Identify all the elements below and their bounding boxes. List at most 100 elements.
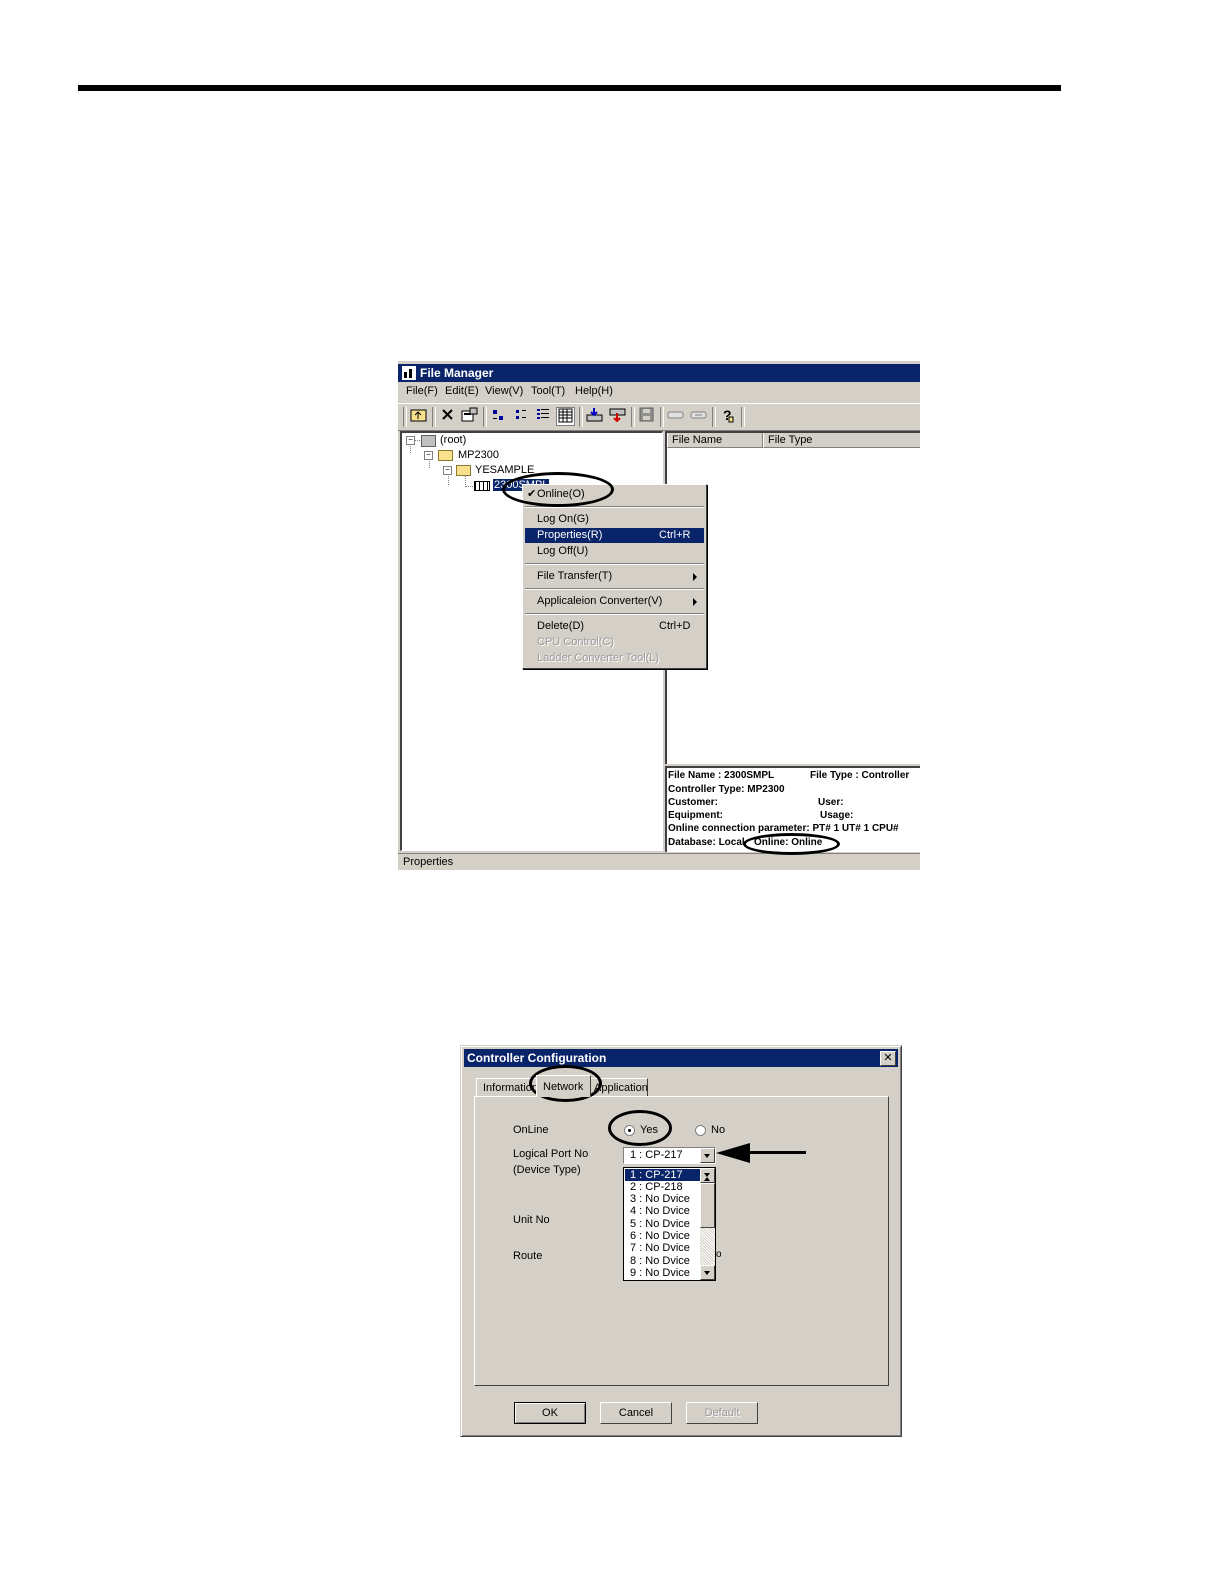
menu-item-label: Ladder Converter Tool(L) [537,652,660,664]
large-icons-view-icon[interactable] [489,407,508,426]
transfer-out-icon[interactable] [608,407,627,426]
root-icon [421,435,436,447]
submenu-arrow-icon [693,573,697,581]
menu-tool[interactable]: Tool(T) [531,385,565,397]
online-label: OnLine [513,1124,549,1136]
controller-configuration-dialog: Controller Configuration ✕ Information N… [460,1045,902,1437]
tab-network[interactable]: Network [536,1075,591,1097]
expand-mp2300-icon[interactable]: − [424,451,433,460]
context-menu: ✔ Online(O) Log On(G) Properties(R) Ctrl… [522,484,707,669]
highlight-oval-yes-radio [608,1110,672,1146]
submenu-arrow-icon [693,598,697,606]
port-option[interactable]: 4 : No Dvice [625,1205,701,1217]
port-option[interactable]: 9 : No Dvice [625,1267,701,1279]
menu-edit[interactable]: Edit(E) [445,385,479,397]
menu-item-file-transfer[interactable]: File Transfer(T) [525,569,704,584]
info-usage: Usage: [820,810,854,821]
info-file-name: File Name : 2300SMPL [668,770,775,781]
menu-bar: File(F) Edit(E) View(V) Tool(T) Help(H) [398,383,920,401]
save-icon[interactable] [637,407,656,426]
toolbar-separator [631,407,635,427]
info-database: Database: Local [668,837,745,848]
logical-port-select[interactable]: 1 : CP-217 [623,1147,716,1164]
logical-port-label: Logical Port No [513,1148,589,1160]
port-option[interactable]: 8 : No Dvice [625,1255,701,1267]
menu-item-log-off[interactable]: Log Off(U) [525,544,704,559]
toolbar-separator [660,407,664,427]
delete-x-icon[interactable] [438,407,457,426]
column-file-type[interactable]: File Type [763,433,920,448]
online-no-label: No [711,1124,726,1136]
properties-icon[interactable] [460,407,479,426]
tree-root[interactable]: (root) [440,434,466,446]
pointer-arrowhead [716,1143,750,1163]
port-option[interactable]: 7 : No Dvice [625,1242,701,1254]
info-file-type: File Type : Controller [810,770,910,781]
toolbar-separator [483,407,487,427]
scroll-down-icon[interactable] [700,1265,715,1280]
menu-item-label: Delete(D) [537,620,585,632]
port-option[interactable]: 2 : CP-218 [625,1181,701,1193]
menu-item-label: CPU Control(C) [537,636,615,648]
window-title: File Manager [420,366,494,380]
small-icons-view-icon[interactable] [512,407,531,426]
port-option[interactable]: 3 : No Dvice [625,1193,701,1205]
link-icon[interactable] [666,407,685,426]
menu-item-label: Log On(G) [537,513,589,525]
dropdown-scrollbar[interactable] [700,1168,715,1280]
status-bar: Properties [398,853,920,870]
page-header-rule [78,85,1061,91]
expand-root-icon[interactable]: − [406,436,415,445]
menu-item-label: Log Off(U) [537,545,589,557]
route-hidden-text: o [716,1249,722,1260]
menu-item-label: File Transfer(T) [537,570,613,582]
expand-yesample-icon[interactable]: − [443,466,452,475]
transfer-in-icon[interactable] [585,407,604,426]
chevron-down-icon[interactable] [700,1148,715,1163]
menu-separator [525,563,704,565]
highlight-oval-online-menu [502,472,614,507]
close-icon[interactable]: ✕ [880,1051,896,1066]
help-icon[interactable]: ? [718,407,737,426]
port-option[interactable]: 6 : No Dvice [625,1230,701,1242]
menu-item-delete[interactable]: Delete(D) Ctrl+D [525,619,704,634]
tree-folder-mp2300[interactable]: MP2300 [458,449,499,461]
scroll-thumb[interactable] [700,1183,715,1228]
cancel-button[interactable]: Cancel [600,1402,672,1424]
app-icon [402,366,416,380]
scroll-up-icon[interactable] [700,1168,715,1183]
menu-item-log-on[interactable]: Log On(G) [525,512,704,527]
info-equipment: Equipment: [668,810,723,821]
menu-item-application-converter[interactable]: Applicaleion Converter(V) [525,594,704,609]
tree-line [415,440,420,441]
unit-no-label: Unit No [513,1214,550,1226]
port-option[interactable]: 5 : No Dvice [625,1218,701,1230]
menu-item-properties[interactable]: Properties(R) Ctrl+R [525,528,704,543]
menu-item-cpu-control: CPU Control(C) [525,635,704,650]
highlight-oval-online-status [743,833,840,855]
ok-button[interactable]: OK [514,1402,586,1424]
list-view-icon[interactable] [534,407,553,426]
info-customer: Customer: [668,797,719,808]
logical-port-dropdown-list[interactable]: 1 : CP-217 2 : CP-218 3 : No Dvice 4 : N… [623,1167,716,1281]
menu-file[interactable]: File(F) [406,385,438,397]
port-option[interactable]: 1 : CP-217 [625,1169,701,1181]
up-folder-icon[interactable] [409,407,428,426]
file-manager-window: File Manager File(F) Edit(E) View(V) Too… [397,360,920,870]
unlink-icon[interactable] [689,407,708,426]
logical-port-value: 1 : CP-217 [630,1149,683,1161]
device-type-label: (Device Type) [513,1164,581,1176]
menu-separator [525,613,704,615]
column-file-name[interactable]: File Name [667,433,763,448]
menu-item-shortcut: Ctrl+R [659,529,691,541]
info-controller-type: Controller Type: MP2300 [668,784,785,795]
toolbar-separator [712,407,716,427]
details-view-icon[interactable] [556,407,575,426]
tree-line [465,486,473,487]
dialog-titlebar: Controller Configuration ✕ [464,1049,898,1067]
menu-view[interactable]: View(V) [485,385,523,397]
online-no-radio[interactable] [695,1125,706,1136]
menu-help[interactable]: Help(H) [575,385,613,397]
default-button: Default [686,1402,758,1424]
menu-item-label: Properties(R) [537,529,603,541]
